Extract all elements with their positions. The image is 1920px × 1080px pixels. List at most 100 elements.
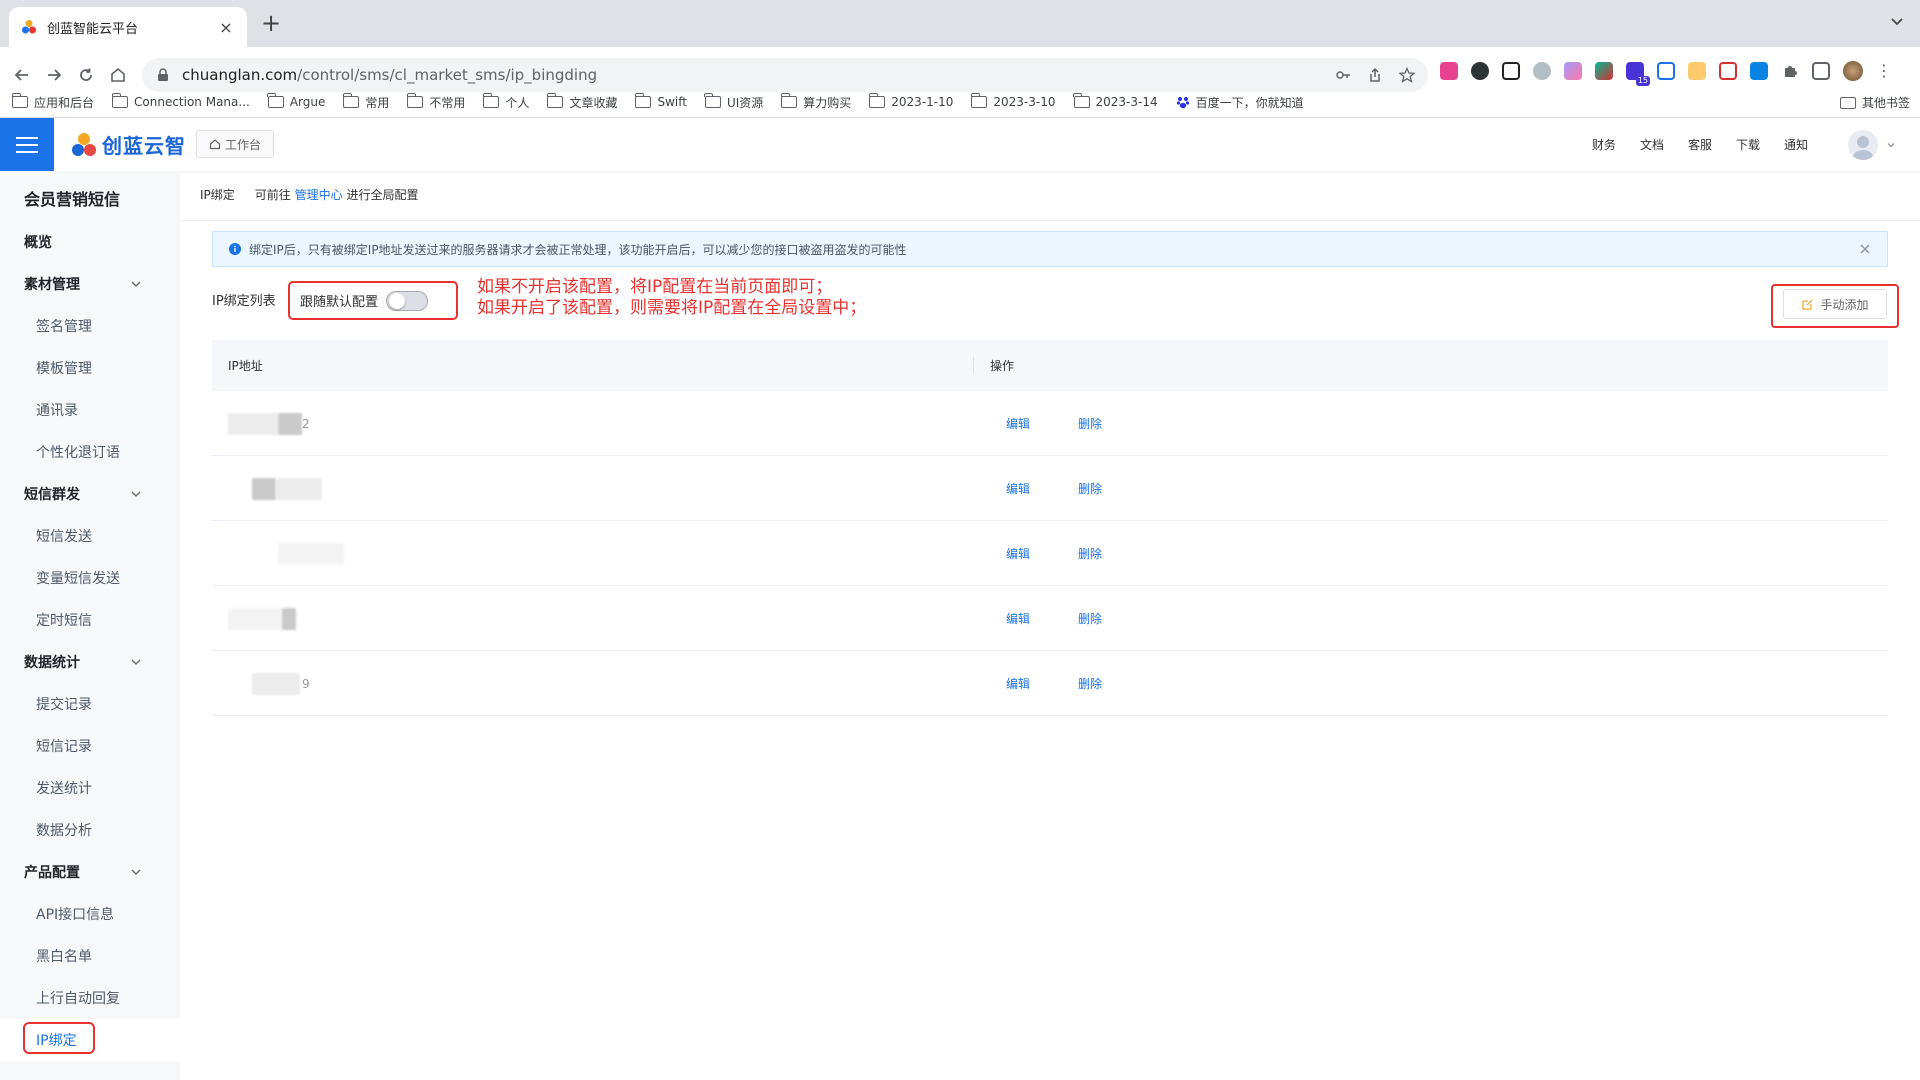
bookmark-folder[interactable]: UI资源 bbox=[704, 93, 763, 111]
switch-knob bbox=[389, 292, 406, 309]
breadcrumb-current: IP绑定 bbox=[200, 188, 235, 202]
screen-extension-icon[interactable] bbox=[1719, 62, 1737, 80]
sidebar-group-statistics[interactable]: 数据统计 bbox=[0, 642, 180, 682]
bookmark-folder[interactable]: 2023-1-10 bbox=[868, 93, 953, 109]
drop-extension-icon[interactable] bbox=[1750, 62, 1768, 80]
nav-docs[interactable]: 文档 bbox=[1640, 136, 1664, 153]
extensions-bar: 15 ⋮ bbox=[1440, 61, 1892, 86]
edit-link[interactable]: 编辑 bbox=[1006, 415, 1030, 432]
profile-avatar-icon[interactable] bbox=[1843, 61, 1863, 81]
reload-button[interactable] bbox=[72, 61, 100, 89]
puzzle-icon[interactable] bbox=[1781, 62, 1799, 80]
folder-icon bbox=[970, 93, 988, 108]
bookmark-baidu[interactable]: 百度一下，你就知道 bbox=[1176, 94, 1304, 111]
paint-extension-icon[interactable] bbox=[1564, 62, 1582, 80]
bookmark-folder[interactable]: Swift bbox=[634, 93, 687, 109]
nav-support[interactable]: 客服 bbox=[1688, 136, 1712, 153]
sidebar-item-templates[interactable]: 模板管理 bbox=[0, 348, 180, 388]
sidebar-item-scheduled-sms[interactable]: 定时短信 bbox=[0, 600, 180, 640]
edit-link[interactable]: 编辑 bbox=[1006, 675, 1030, 692]
bookmark-folder[interactable]: 常用 bbox=[342, 93, 389, 111]
folder-icon bbox=[482, 93, 500, 108]
key-icon[interactable] bbox=[1334, 66, 1352, 84]
bookmark-folder[interactable]: 算力购买 bbox=[780, 93, 851, 111]
tab-search-chevron-icon[interactable] bbox=[1888, 12, 1906, 30]
sidebar-item-auto-reply[interactable]: 上行自动回复 bbox=[0, 978, 180, 1018]
manual-add-button[interactable]: 手动添加 bbox=[1783, 289, 1887, 319]
sidebar-item-signatures[interactable]: 签名管理 bbox=[0, 306, 180, 346]
browser-menu-icon[interactable]: ⋮ bbox=[1876, 62, 1892, 80]
delete-link[interactable]: 删除 bbox=[1078, 675, 1102, 692]
annotation-line-2: 如果开启了该配置，则需要将IP配置在全局设置中； bbox=[477, 298, 867, 318]
share-icon[interactable] bbox=[1366, 66, 1384, 84]
bookmark-folder[interactable]: 应用和后台 bbox=[11, 93, 94, 111]
new-tab-icon[interactable]: + bbox=[259, 11, 283, 35]
ninja-extension-icon[interactable] bbox=[1471, 62, 1489, 80]
bookmark-star-icon[interactable] bbox=[1398, 66, 1416, 84]
delete-link[interactable]: 删除 bbox=[1078, 545, 1102, 562]
top-nav: 财务 文档 客服 下载 通知 bbox=[1592, 136, 1808, 153]
logo[interactable]: 创蓝云智 bbox=[70, 130, 186, 159]
sidebar-item-unsubscribe-text[interactable]: 个性化退订语 bbox=[0, 432, 180, 472]
sidebar-item-sms-records[interactable]: 短信记录 bbox=[0, 726, 180, 766]
bookmark-folder[interactable]: Connection Mana... bbox=[111, 93, 250, 109]
sidebar-item-api-info[interactable]: API接口信息 bbox=[0, 894, 180, 934]
sidebar-item-data-analysis[interactable]: 数据分析 bbox=[0, 810, 180, 850]
sidebar-item-blackwhite-list[interactable]: 黑白名单 bbox=[0, 936, 180, 976]
chevron-down-icon[interactable] bbox=[1886, 140, 1896, 150]
sidebar-item-send-sms[interactable]: 短信发送 bbox=[0, 516, 180, 556]
workbench-button[interactable]: 工作台 bbox=[196, 130, 275, 158]
sidebar-item-submit-records[interactable]: 提交记录 bbox=[0, 684, 180, 724]
column-separator bbox=[973, 357, 974, 373]
delete-link[interactable]: 删除 bbox=[1078, 610, 1102, 627]
nav-download[interactable]: 下载 bbox=[1736, 136, 1760, 153]
nav-notifications[interactable]: 通知 bbox=[1784, 136, 1808, 153]
bookmark-folder[interactable]: 文章收藏 bbox=[546, 93, 617, 111]
note-extension-icon[interactable] bbox=[1688, 62, 1706, 80]
sidebar-item-overview[interactable]: 概览 bbox=[0, 222, 180, 262]
user-avatar[interactable] bbox=[1848, 130, 1878, 160]
sync-extension-icon[interactable] bbox=[1657, 62, 1675, 80]
follow-default-switch[interactable] bbox=[386, 290, 429, 311]
close-icon[interactable] bbox=[1859, 243, 1871, 255]
browser-toolbar: chuanglan.com/control/sms/cl_market_sms/… bbox=[0, 47, 1920, 127]
table-row: 编辑 删除 bbox=[212, 586, 1888, 651]
home-button[interactable] bbox=[104, 61, 132, 89]
sidebar-item-contacts[interactable]: 通讯录 bbox=[0, 390, 180, 430]
tab-close-icon[interactable]: × bbox=[217, 18, 235, 37]
redacted-ip bbox=[278, 413, 302, 435]
x-extension-icon[interactable] bbox=[1502, 62, 1520, 80]
menu-toggle-button[interactable] bbox=[0, 118, 54, 171]
bookmark-folder[interactable]: Argue bbox=[267, 93, 325, 109]
delete-link[interactable]: 删除 bbox=[1078, 415, 1102, 432]
bookmark-folder[interactable]: 个人 bbox=[482, 93, 529, 111]
alert-text: 绑定IP后，只有被绑定IP地址发送过来的服务器请求才会被正常处理，该功能开启后，… bbox=[249, 242, 907, 257]
sidebar-group-product-config[interactable]: 产品配置 bbox=[0, 852, 180, 892]
sidebar-group-materials[interactable]: 素材管理 bbox=[0, 264, 180, 304]
sidebar-group-bulk-sms[interactable]: 短信群发 bbox=[0, 474, 180, 514]
gear-extension-icon[interactable] bbox=[1533, 62, 1551, 80]
pen-extension-icon[interactable] bbox=[1595, 62, 1613, 80]
side-panel-icon[interactable] bbox=[1812, 62, 1830, 80]
chuanglan-favicon-icon bbox=[22, 20, 36, 34]
table-row: 9 编辑 删除 bbox=[212, 651, 1888, 716]
edit-link[interactable]: 编辑 bbox=[1006, 480, 1030, 497]
translate-extension-icon[interactable] bbox=[1440, 62, 1458, 80]
edit-link[interactable]: 编辑 bbox=[1006, 545, 1030, 562]
forward-button[interactable] bbox=[40, 61, 68, 89]
graduation-extension-icon[interactable]: 15 bbox=[1626, 62, 1650, 86]
sidebar-item-variable-sms[interactable]: 变量短信发送 bbox=[0, 558, 180, 598]
back-button[interactable] bbox=[8, 61, 36, 89]
nav-finance[interactable]: 财务 bbox=[1592, 136, 1616, 153]
management-center-link[interactable]: 管理中心 bbox=[295, 188, 343, 202]
column-actions: 操作 bbox=[990, 359, 1015, 373]
folder-icon bbox=[868, 93, 886, 108]
edit-link[interactable]: 编辑 bbox=[1006, 610, 1030, 627]
other-bookmarks[interactable]: 其他书签 bbox=[1839, 94, 1910, 111]
bookmark-folder[interactable]: 2023-3-14 bbox=[1073, 93, 1158, 109]
delete-link[interactable]: 删除 bbox=[1078, 480, 1102, 497]
bookmark-folder[interactable]: 不常用 bbox=[406, 93, 465, 111]
sidebar-item-send-stats[interactable]: 发送统计 bbox=[0, 768, 180, 808]
browser-tab[interactable]: 创蓝智能云平台 × bbox=[9, 7, 247, 47]
bookmark-folder[interactable]: 2023-3-10 bbox=[970, 93, 1056, 109]
